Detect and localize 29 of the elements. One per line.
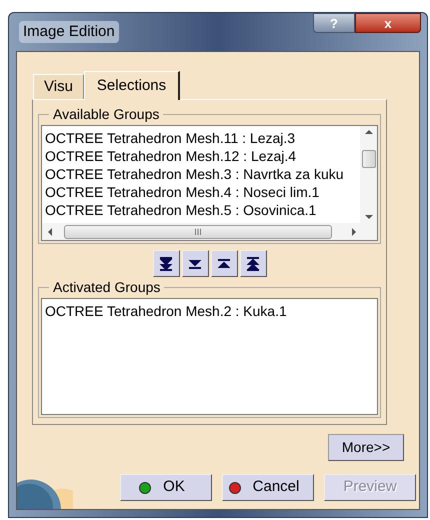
scroll-thumb[interactable]: III — [64, 224, 332, 238]
move-down-button[interactable] — [182, 250, 208, 277]
close-button[interactable]: x — [355, 13, 421, 33]
list-item[interactable]: OCTREE Tetrahedron Mesh.5 : Osovinica.1 — [45, 201, 360, 219]
move-to-top-icon — [245, 256, 261, 272]
move-to-bottom-button[interactable] — [152, 250, 180, 277]
move-up-button[interactable] — [210, 250, 238, 277]
scroll-up-icon[interactable] — [364, 130, 372, 134]
list-item[interactable]: OCTREE Tetrahedron Mesh.12 : Lezaj.4 — [45, 147, 360, 165]
list-box[interactable]: OCTREE Tetrahedron Mesh.2 : Kuka.1 — [41, 298, 378, 415]
scroll-left-icon[interactable] — [48, 228, 52, 236]
scroll-down-icon[interactable] — [364, 214, 372, 219]
horizontal-scrollbar[interactable]: III — [42, 223, 377, 240]
list-item[interactable]: OCTREE Tetrahedron Mesh.3 : Navrtka za kuku — [45, 165, 360, 183]
tab[interactable]: Selections — [84, 71, 180, 100]
dialog-button[interactable]: OK — [120, 474, 212, 501]
window-title: Image Edition — [19, 20, 119, 44]
list-box[interactable] — [41, 125, 378, 241]
list-item[interactable]: OCTREE Tetrahedron Mesh.4 : Noseci lim.1 — [45, 183, 360, 201]
scroll-right-icon[interactable] — [352, 228, 356, 236]
list-item[interactable]: OCTREE Tetrahedron Mesh.2 : Kuka.1 — [45, 302, 377, 320]
move-to-top-button[interactable] — [240, 250, 266, 277]
list-item[interactable]: OCTREE Tetrahedron Mesh.11 : Lezaj.3 — [45, 129, 360, 147]
dialog-button[interactable]: Cancel — [222, 474, 314, 501]
more-button[interactable]: More>> — [328, 434, 404, 461]
scroll-thumb[interactable] — [362, 150, 376, 168]
vertical-scrollbar[interactable] — [360, 126, 377, 223]
move-to-bottom-icon — [158, 256, 174, 272]
tab[interactable]: Visu — [33, 74, 84, 99]
